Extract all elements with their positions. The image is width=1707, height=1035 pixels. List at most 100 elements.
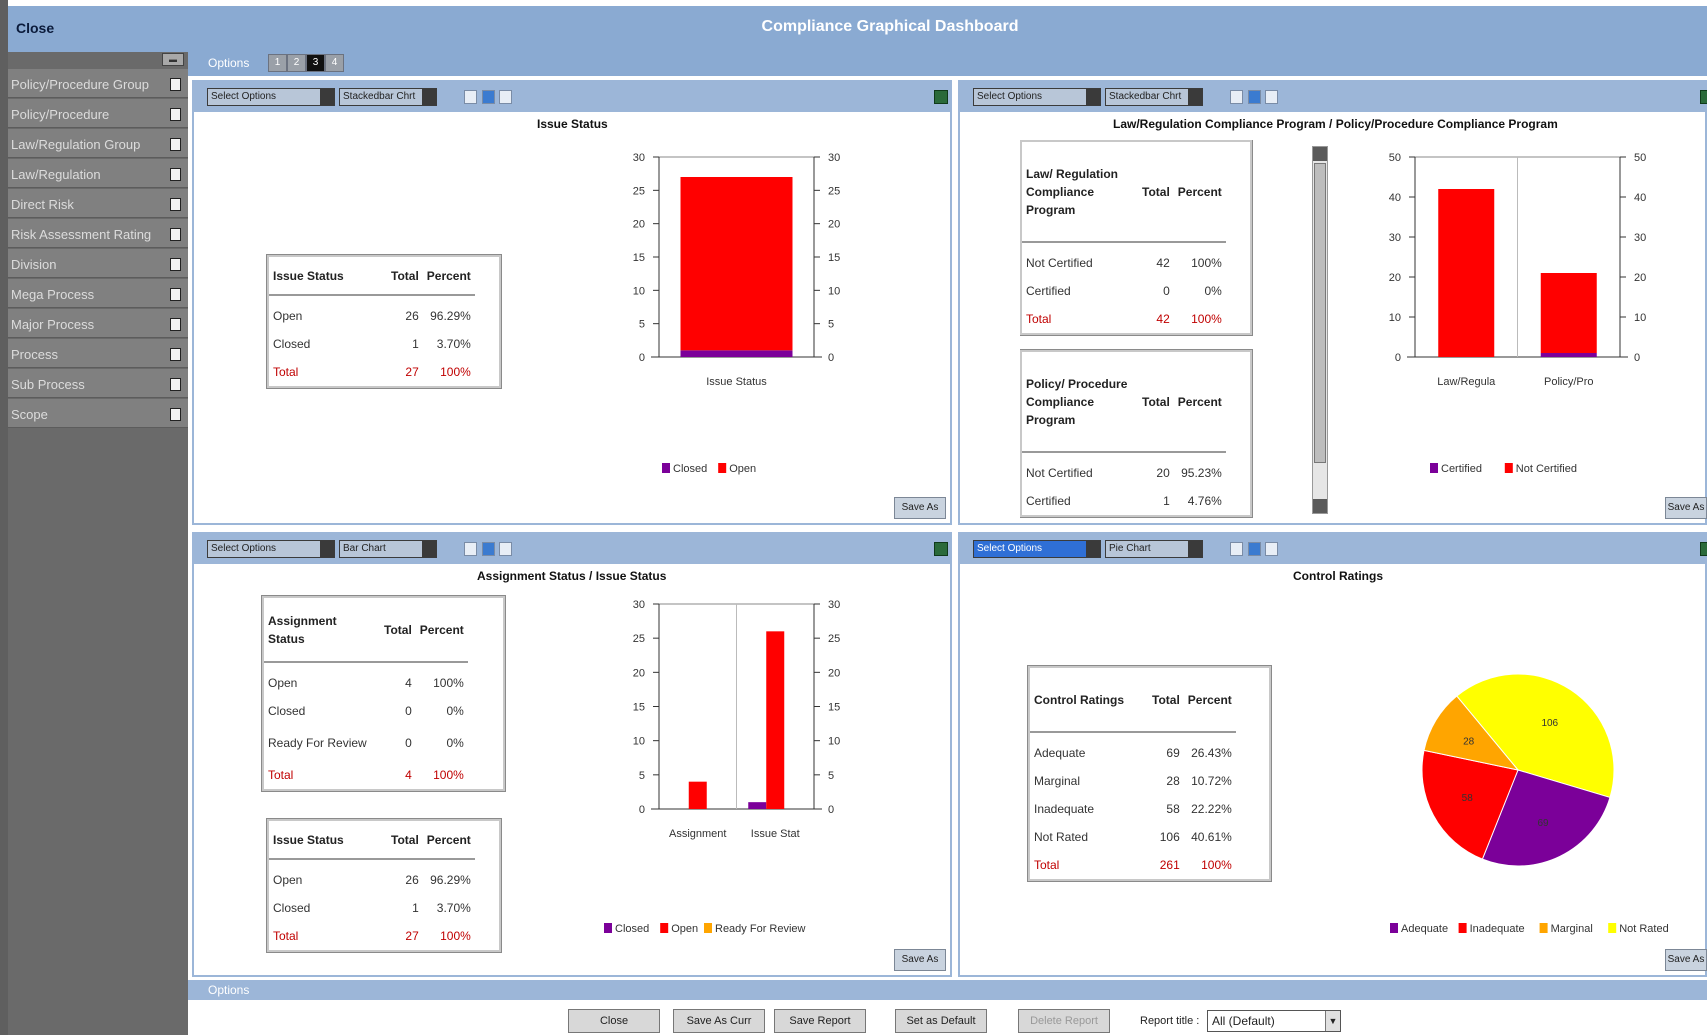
close-button[interactable]: Close <box>568 1009 660 1033</box>
y-tick-label: 10 <box>633 736 645 748</box>
maximize-icon[interactable] <box>1700 90 1707 104</box>
grid-icon[interactable] <box>1230 90 1243 104</box>
select-options-dropdown[interactable]: Select Options <box>207 540 335 558</box>
sidebar-item[interactable]: Policy/Procedure <box>8 99 188 128</box>
select-options-dropdown[interactable]: Select Options <box>973 540 1101 558</box>
export-icon[interactable] <box>1248 90 1261 104</box>
checkbox-icon[interactable] <box>170 198 181 211</box>
chart-type-dropdown[interactable]: Stackedbar Chrt <box>339 88 437 106</box>
cell: Total <box>273 929 299 943</box>
save-as-button[interactable]: Save As <box>1665 949 1707 971</box>
cell: Open <box>268 676 298 690</box>
chart-type-dropdown[interactable]: Pie Chart <box>1105 540 1203 558</box>
table-row: Open 4 100% <box>264 662 468 697</box>
chart-type-dropdown[interactable]: Stackedbar Chrt <box>1105 88 1203 106</box>
cell: 22.22% <box>1191 802 1232 816</box>
scrollbar-thumb[interactable] <box>1314 163 1326 463</box>
select-options-dropdown[interactable]: Select Options <box>973 88 1101 106</box>
chart-type-dropdown[interactable]: Bar Chart <box>339 540 437 558</box>
column-header: Total <box>1138 142 1174 243</box>
total-row: Total 42 100% <box>1022 305 1226 333</box>
checkbox-icon[interactable] <box>170 288 181 301</box>
save-as-current-button[interactable]: Save As Curr <box>673 1009 765 1033</box>
checkbox-icon[interactable] <box>170 318 181 331</box>
sidebar-item[interactable]: Scope <box>8 399 188 428</box>
sidebar-item[interactable]: Major Process <box>8 309 188 338</box>
header-bar <box>8 6 1707 76</box>
select-options-dropdown[interactable]: Select Options <box>207 88 335 106</box>
sidebar-item[interactable]: Law/Regulation <box>8 159 188 188</box>
checkbox-icon[interactable] <box>170 138 181 151</box>
vertical-scrollbar[interactable] <box>1312 146 1328 514</box>
grid-icon[interactable] <box>464 542 477 556</box>
sidebar-item[interactable]: Sub Process <box>8 369 188 398</box>
checkbox-icon[interactable] <box>170 408 181 421</box>
sidebar-item[interactable]: Process <box>8 339 188 368</box>
print-icon[interactable] <box>499 542 512 556</box>
sidebar-item[interactable]: Mega Process <box>8 279 188 308</box>
save-as-button[interactable]: Save As <box>1665 497 1707 519</box>
y-tick-label: 30 <box>633 152 645 164</box>
delete-report-button[interactable]: Delete Report <box>1018 1009 1110 1033</box>
panel-toolbar: Select Options Stackedbar Chrt <box>194 82 950 112</box>
checkbox-icon[interactable] <box>170 228 181 241</box>
page-button-3[interactable]: 3 <box>306 54 325 72</box>
tables-scroll-area[interactable]: Law/ Regulation Compliance Program Total P… <box>1020 140 1320 522</box>
legend-swatch <box>1504 463 1513 473</box>
grid-icon[interactable] <box>1230 542 1243 556</box>
sidebar-item[interactable]: Direct Risk <box>8 189 188 218</box>
y-tick-label: 50 <box>1389 152 1401 164</box>
maximize-icon[interactable] <box>934 90 948 104</box>
table-row: Certified 1 4.76% <box>1022 487 1226 515</box>
y-tick-label: 25 <box>633 633 645 645</box>
save-as-button[interactable]: Save As <box>894 497 946 519</box>
y-tick-label-right: 25 <box>828 185 840 197</box>
report-title-select[interactable]: All (Default) ▼ <box>1207 1010 1341 1032</box>
export-icon[interactable] <box>482 90 495 104</box>
close-link[interactable]: Close <box>16 20 54 36</box>
export-icon[interactable] <box>482 542 495 556</box>
total-row: Total 4 100% <box>264 761 468 789</box>
print-icon[interactable] <box>1265 542 1278 556</box>
cell: 4 <box>405 676 412 690</box>
sidebar-item[interactable]: Policy/Procedure Group <box>8 69 188 98</box>
print-icon[interactable] <box>499 90 512 104</box>
print-icon[interactable] <box>1265 90 1278 104</box>
page-button-2[interactable]: 2 <box>287 54 306 72</box>
page-button-1[interactable]: 1 <box>268 54 287 72</box>
scroll-up-arrow[interactable] <box>1313 147 1327 161</box>
checkbox-icon[interactable] <box>170 108 181 121</box>
select-options-value: Select Options <box>211 543 277 554</box>
maximize-icon[interactable] <box>934 542 948 556</box>
cell: Open <box>273 309 303 323</box>
sidebar-item[interactable]: Division <box>8 249 188 278</box>
checkbox-icon[interactable] <box>170 258 181 271</box>
sidebar-collapse-button[interactable]: ▬ <box>162 53 184 66</box>
maximize-icon[interactable] <box>1700 542 1707 556</box>
cell: Not Certified <box>1026 256 1093 270</box>
slice-label: 28 <box>1463 736 1475 747</box>
sidebar-item-label: Direct Risk <box>11 197 74 212</box>
cell: 10.72% <box>1191 774 1232 788</box>
legend-label: Adequate <box>1401 923 1448 935</box>
export-icon[interactable] <box>1248 542 1261 556</box>
cell: 106 <box>1159 830 1180 844</box>
save-as-button[interactable]: Save As <box>894 949 946 971</box>
scroll-down-arrow[interactable] <box>1313 499 1327 513</box>
assignment-status-table: Assignment Status Total Percent Open 4 100% … <box>261 595 506 792</box>
sidebar-item[interactable]: Risk Assessment Rating <box>8 219 188 248</box>
page-button-4[interactable]: 4 <box>325 54 344 72</box>
checkbox-icon[interactable] <box>170 348 181 361</box>
set-as-default-button[interactable]: Set as Default <box>895 1009 987 1033</box>
save-report-button[interactable]: Save Report <box>774 1009 866 1033</box>
column-header: Issue Status <box>269 821 387 860</box>
cell: Total <box>1034 858 1060 872</box>
total-row: Total 27 100% <box>269 922 475 950</box>
x-tick-label: Assignment <box>669 828 726 840</box>
checkbox-icon[interactable] <box>170 78 181 91</box>
grid-icon[interactable] <box>464 90 477 104</box>
sidebar-item[interactable]: Law/Regulation Group <box>8 129 188 158</box>
bottom-options-bar <box>188 980 1707 1000</box>
checkbox-icon[interactable] <box>170 168 181 181</box>
checkbox-icon[interactable] <box>170 378 181 391</box>
